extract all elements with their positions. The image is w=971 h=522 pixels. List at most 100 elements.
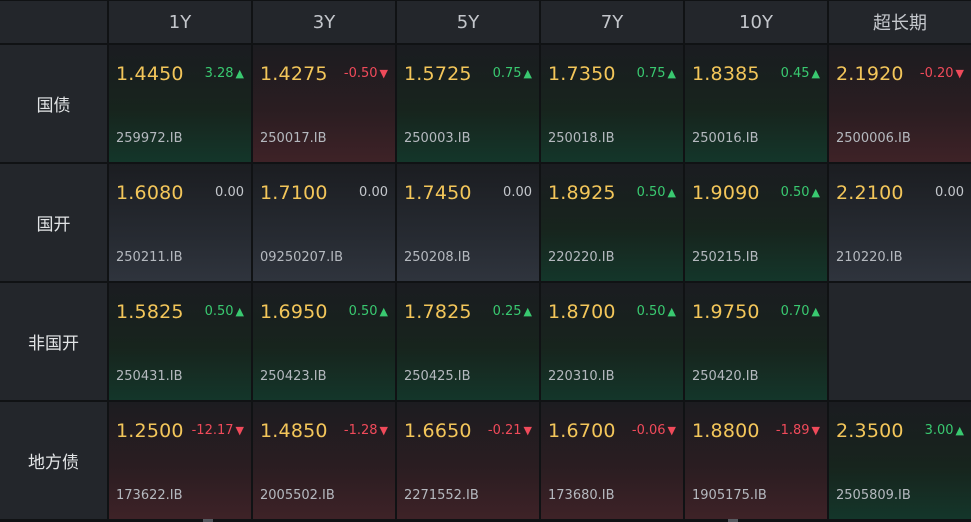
change-value: 0.45 ▲ — [781, 66, 820, 81]
change-text: -12.17 — [191, 423, 234, 438]
change-value: -0.20 ▼ — [920, 66, 964, 81]
quote-cell[interactable]: 1.7450 0.00 250208.IB — [397, 164, 539, 281]
change-text: -1.28 — [343, 423, 378, 438]
quote-cell[interactable]: 1.7825 0.25 ▲ 250425.IB — [397, 283, 539, 400]
bond-code: 250003.IB — [404, 131, 471, 146]
change-value: -0.06 ▼ — [632, 423, 676, 438]
quote-cell[interactable]: 1.6950 0.50 ▲ 250423.IB — [253, 283, 395, 400]
grid-corner — [0, 1, 107, 43]
bond-code: 220310.IB — [548, 369, 615, 384]
quote-cell[interactable]: 1.4450 3.28 ▲ 259972.IB — [109, 45, 251, 162]
bond-code: 250018.IB — [548, 131, 615, 146]
quote-cell[interactable]: 2.3500 3.00 ▲ 2505809.IB — [829, 402, 971, 519]
triangle-up-icon: ▲ — [811, 67, 820, 80]
quote-cell[interactable]: 1.7350 0.75 ▲ 250018.IB — [541, 45, 683, 162]
change-value: 0.00 — [935, 185, 964, 200]
column-header-10y[interactable]: 10Y — [685, 1, 827, 43]
yield-value: 1.7100 — [260, 182, 328, 204]
change-text: 0.50 — [204, 304, 234, 319]
change-text: 0.45 — [780, 66, 810, 81]
change-value: 0.70 ▲ — [781, 304, 820, 319]
yield-value: 1.8800 — [692, 420, 760, 442]
change-text: 0.00 — [359, 185, 388, 200]
triangle-up-icon: ▲ — [523, 305, 532, 318]
yield-value: 1.7350 — [548, 63, 616, 85]
triangle-up-icon: ▲ — [667, 186, 676, 199]
bond-code: 2505809.IB — [836, 488, 911, 503]
yield-value: 1.8700 — [548, 301, 616, 323]
triangle-up-icon: ▲ — [235, 67, 244, 80]
change-text: 3.00 — [924, 423, 954, 438]
quote-cell[interactable]: 1.8800 -1.89 ▼ 1905175.IB — [685, 402, 827, 519]
change-text: 0.50 — [636, 185, 666, 200]
change-text: 0.75 — [492, 66, 522, 81]
yield-value: 1.6950 — [260, 301, 328, 323]
bond-code: 250423.IB — [260, 369, 327, 384]
triangle-up-icon: ▲ — [235, 305, 244, 318]
change-value: 3.28 ▲ — [205, 66, 244, 81]
quote-cell[interactable]: 1.8925 0.50 ▲ 220220.IB — [541, 164, 683, 281]
column-header-5y[interactable]: 5Y — [397, 1, 539, 43]
bond-code: 2005502.IB — [260, 488, 335, 503]
yield-value: 1.4450 — [116, 63, 184, 85]
quote-cell[interactable]: 1.4275 -0.50 ▼ 250017.IB — [253, 45, 395, 162]
change-value: 0.50 ▲ — [781, 185, 820, 200]
change-value: -0.50 ▼ — [344, 66, 388, 81]
change-value: 0.50 ▲ — [637, 304, 676, 319]
change-text: 0.50 — [348, 304, 378, 319]
quote-cell[interactable]: 1.9090 0.50 ▲ 250215.IB — [685, 164, 827, 281]
quote-cell[interactable]: 1.7100 0.00 09250207.IB — [253, 164, 395, 281]
bond-code: 250211.IB — [116, 250, 183, 265]
bond-code: 1905175.IB — [692, 488, 767, 503]
quote-cell[interactable]: 1.6650 -0.21 ▼ 2271552.IB — [397, 402, 539, 519]
quote-cell[interactable]: 1.6700 -0.06 ▼ 173680.IB — [541, 402, 683, 519]
yield-value: 1.5725 — [404, 63, 472, 85]
quote-cell[interactable]: 1.5825 0.50 ▲ 250431.IB — [109, 283, 251, 400]
row-label[interactable]: 非国开 — [0, 283, 107, 400]
bond-code: 250016.IB — [692, 131, 759, 146]
row-label[interactable]: 国债 — [0, 45, 107, 162]
bond-code: 259972.IB — [116, 131, 183, 146]
row-label[interactable]: 地方债 — [0, 402, 107, 519]
quote-cell[interactable]: 1.6080 0.00 250211.IB — [109, 164, 251, 281]
change-text: 0.70 — [780, 304, 810, 319]
triangle-down-icon: ▼ — [235, 424, 244, 437]
triangle-down-icon: ▼ — [379, 67, 388, 80]
bond-code: 2500006.IB — [836, 131, 911, 146]
triangle-up-icon: ▲ — [667, 67, 676, 80]
quote-cell[interactable]: 1.8385 0.45 ▲ 250016.IB — [685, 45, 827, 162]
quote-cell[interactable]: 2.1920 -0.20 ▼ 2500006.IB — [829, 45, 971, 162]
quote-cell[interactable]: 2.2100 0.00 210220.IB — [829, 164, 971, 281]
yield-value: 1.7450 — [404, 182, 472, 204]
change-text: -0.20 — [919, 66, 954, 81]
change-value: 0.50 ▲ — [205, 304, 244, 319]
change-value: 0.50 ▲ — [637, 185, 676, 200]
yield-value: 1.8925 — [548, 182, 616, 204]
triangle-up-icon: ▲ — [667, 305, 676, 318]
change-text: 3.28 — [204, 66, 234, 81]
change-value: -1.28 ▼ — [344, 423, 388, 438]
quote-cell[interactable]: 1.8700 0.50 ▲ 220310.IB — [541, 283, 683, 400]
bond-code: 250425.IB — [404, 369, 471, 384]
column-header-3y[interactable]: 3Y — [253, 1, 395, 43]
column-header-ultra-long[interactable]: 超长期 — [829, 1, 971, 43]
quote-cell[interactable]: 1.2500 -12.17 ▼ 173622.IB — [109, 402, 251, 519]
quote-cell[interactable]: 1.4850 -1.28 ▼ 2005502.IB — [253, 402, 395, 519]
change-text: 0.00 — [215, 185, 244, 200]
change-text: 0.50 — [636, 304, 666, 319]
row-label[interactable]: 国开 — [0, 164, 107, 281]
change-value: 0.00 — [359, 185, 388, 200]
quote-cell[interactable]: 1.5725 0.75 ▲ 250003.IB — [397, 45, 539, 162]
yield-value: 1.7825 — [404, 301, 472, 323]
column-header-7y[interactable]: 7Y — [541, 1, 683, 43]
change-value: 0.50 ▲ — [349, 304, 388, 319]
change-value: 0.25 ▲ — [493, 304, 532, 319]
yield-value: 1.2500 — [116, 420, 184, 442]
column-header-1y[interactable]: 1Y — [109, 1, 251, 43]
bond-code: 220220.IB — [548, 250, 615, 265]
triangle-down-icon: ▼ — [523, 424, 532, 437]
bond-code: 09250207.IB — [260, 250, 344, 265]
yield-value: 1.9750 — [692, 301, 760, 323]
quote-cell[interactable]: 1.9750 0.70 ▲ 250420.IB — [685, 283, 827, 400]
bond-code: 250017.IB — [260, 131, 327, 146]
